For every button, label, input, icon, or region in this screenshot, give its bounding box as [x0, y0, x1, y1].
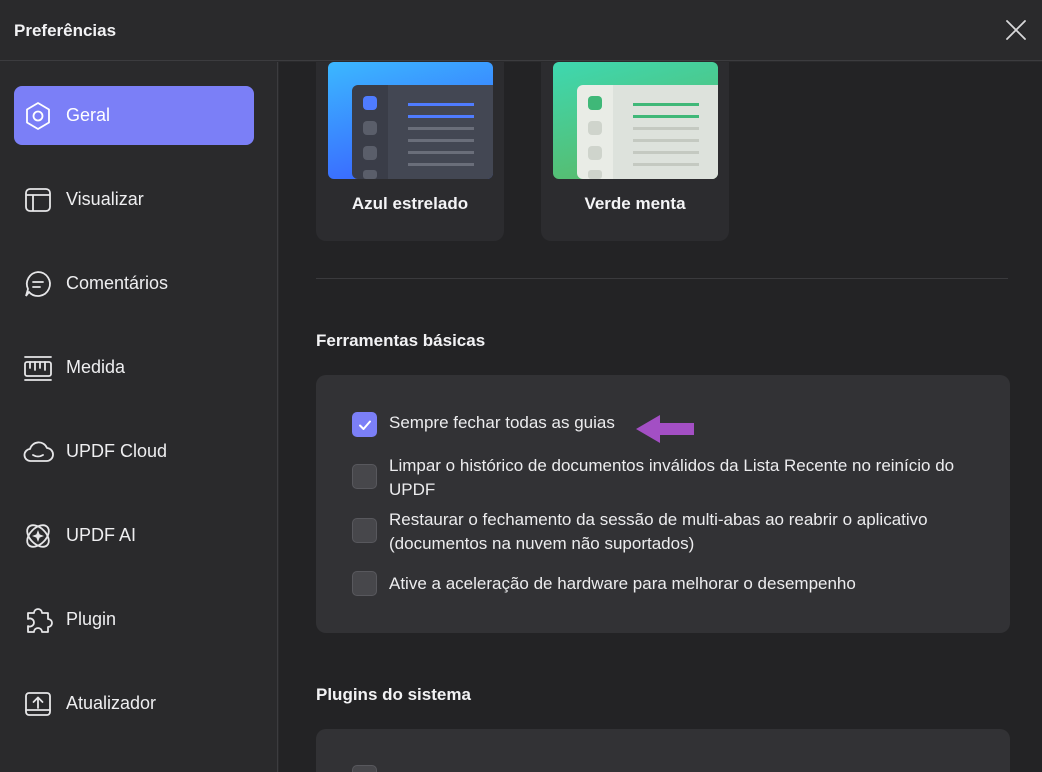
ruler-icon — [21, 351, 55, 385]
sidebar-item-label: Comentários — [66, 273, 169, 293]
sidebar-item-label: Visualizar — [66, 189, 144, 209]
theme-preview-green — [553, 62, 718, 179]
theme-card-verde-menta[interactable]: Verde menta — [541, 62, 729, 241]
settings-content: Azul estrelado Verde menta Ferramentas b… — [279, 62, 1042, 772]
section-title-ferramentas-basicas: Ferramentas básicas — [316, 331, 486, 350]
title-bar: Preferências — [0, 0, 1042, 61]
gear-icon — [21, 99, 55, 133]
sidebar-item-visualizar[interactable]: Visualizar — [14, 170, 254, 229]
sidebar-item-plugin[interactable]: Plugin — [14, 590, 254, 649]
ai-icon — [21, 519, 55, 553]
sidebar-item-updf-cloud[interactable]: UPDF Cloud — [14, 422, 254, 481]
puzzle-icon — [21, 603, 55, 637]
sidebar-item-label: Geral — [66, 105, 111, 125]
option-label: Restaurar o fechamento da sessão de mult… — [389, 510, 928, 553]
sidebar-item-updf-ai[interactable]: UPDF AI — [14, 506, 254, 565]
updater-icon — [21, 687, 55, 721]
checkbox-unchecked[interactable] — [352, 464, 377, 489]
comment-icon — [21, 267, 55, 301]
sidebar-item-atualizador[interactable]: Atualizador — [14, 674, 254, 733]
system-plugins-panel — [316, 729, 1010, 772]
close-icon — [1006, 20, 1026, 40]
option-label: Sempre fechar todas as guias — [389, 413, 615, 432]
theme-name: Azul estrelado — [351, 194, 469, 213]
section-title-plugins-sistema: Plugins do sistema — [316, 685, 471, 704]
checkmark-icon — [358, 420, 371, 430]
checkbox-checked[interactable] — [352, 412, 377, 437]
layout-icon — [21, 183, 55, 217]
sidebar-item-comentarios[interactable]: Comentários — [14, 254, 254, 313]
sidebar-item-label: Medida — [66, 357, 126, 377]
option-label: Limpar o histórico de documentos inválid… — [389, 456, 955, 499]
section-divider — [316, 278, 1008, 279]
sidebar-item-label: UPDF AI — [66, 525, 137, 545]
cloud-icon — [21, 435, 55, 469]
checkbox-unchecked[interactable] — [352, 765, 377, 772]
checkbox-unchecked[interactable] — [352, 571, 377, 596]
theme-preview-blue — [328, 62, 493, 179]
option-label: Ative a aceleração de hardware para melh… — [389, 574, 856, 593]
option-limpar-historico[interactable]: Limpar o histórico de documentos inválid… — [352, 454, 992, 502]
checkbox-unchecked[interactable] — [352, 518, 377, 543]
sidebar-item-medida[interactable]: Medida — [14, 338, 254, 397]
sidebar-item-label: Atualizador — [66, 693, 157, 713]
theme-card-azul-estrelado[interactable]: Azul estrelado — [316, 62, 504, 241]
close-button[interactable] — [1002, 16, 1030, 44]
annotation-arrow-icon — [636, 415, 694, 443]
option-aceleracao-hardware[interactable]: Ative a aceleração de hardware para melh… — [352, 571, 856, 596]
sidebar-item-label: Plugin — [66, 609, 117, 629]
sidebar: Geral Visualizar Comentários Medida UPDF… — [0, 62, 278, 772]
option-fechar-guias[interactable]: Sempre fechar todas as guias — [352, 411, 615, 437]
sidebar-item-label: UPDF Cloud — [66, 441, 168, 461]
option-restaurar-sessao[interactable]: Restaurar o fechamento da sessão de mult… — [352, 508, 972, 556]
sidebar-item-geral[interactable]: Geral — [14, 86, 254, 145]
theme-name: Verde menta — [584, 194, 686, 213]
window-title: Preferências — [14, 21, 117, 40]
